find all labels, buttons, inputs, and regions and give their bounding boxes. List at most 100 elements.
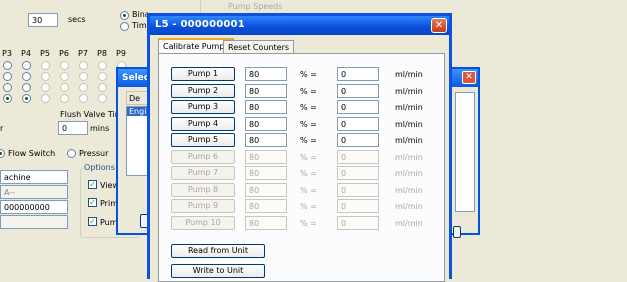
pump-radio [60, 83, 69, 92]
pump-5-percent-label: % = [300, 136, 317, 145]
pump-7-percent-field: 80 [245, 166, 287, 180]
pump-3-unit-label: ml/min [395, 103, 423, 112]
pump-radio [41, 72, 50, 81]
radio-binary[interactable] [120, 11, 129, 20]
pump-3-percent-field[interactable]: 80 [245, 100, 287, 114]
time-value-field[interactable]: 30 [28, 13, 58, 27]
dialog-title: L5 - 000000001 [150, 16, 449, 35]
pump-radio[interactable] [3, 94, 12, 103]
radio-flow-switch[interactable] [0, 149, 5, 158]
pump-6-percent-field: 80 [245, 149, 287, 164]
pump-1-unit-label: ml/min [395, 70, 423, 79]
pump-10-unit-label: ml/min [395, 218, 423, 228]
tab-reset-counters[interactable]: Reset Counters [223, 40, 295, 54]
pump-radio [41, 94, 50, 103]
machine-serial-field[interactable]: 000000000 [0, 200, 68, 214]
pump-5-unit-label: ml/min [395, 136, 423, 145]
pump-6-button: Pump 6 [171, 149, 235, 164]
select-button-right[interactable] [453, 226, 461, 238]
checkbox-view[interactable]: ✓ [88, 180, 97, 189]
pump-9-percent-label: % = [300, 202, 317, 211]
pump-radio [98, 61, 107, 70]
pump-radio [98, 94, 107, 103]
pump-2-percent-label: % = [300, 86, 317, 96]
pump-1-percent-label: % = [300, 70, 317, 79]
pump-radio[interactable] [3, 61, 12, 70]
pump-4-percent-label: % = [300, 119, 317, 129]
pump-header-label: P6 [59, 49, 69, 58]
pump-9-percent-field: 80 [245, 199, 287, 213]
pump-1-button[interactable]: Pump 1 [171, 67, 235, 81]
read-from-unit-button[interactable]: Read from Unit [171, 244, 265, 258]
pump-7-rate-field: 0 [337, 166, 379, 180]
pump-radio [41, 83, 50, 92]
pump-9-button: Pump 9 [171, 199, 235, 213]
flow-switch-label: Flow Switch [8, 149, 56, 158]
pump-1-percent-field[interactable]: 80 [245, 67, 287, 81]
pump-2-percent-field[interactable]: 80 [245, 83, 287, 98]
pump-header-label: P9 [116, 49, 126, 58]
pump-10-rate-field: 0 [337, 215, 379, 230]
pump-radio[interactable] [3, 83, 12, 92]
pump-radio [41, 61, 50, 70]
radio-time[interactable] [120, 22, 129, 31]
pump-8-button: Pump 8 [171, 182, 235, 197]
pump-6-percent-label: % = [300, 152, 317, 162]
machine-field[interactable]: achine [0, 170, 68, 184]
pump-5-rate-field[interactable]: 0 [337, 133, 379, 147]
pump-3-rate-field[interactable]: 0 [337, 100, 379, 114]
pump-2-button[interactable]: Pump 2 [171, 83, 235, 98]
pump-radio[interactable] [22, 94, 31, 103]
pump-radio [79, 61, 88, 70]
pump-2-unit-label: ml/min [395, 86, 423, 96]
pressure-label: Pressur [79, 149, 109, 158]
pump-9-unit-label: ml/min [395, 202, 423, 211]
pump-5-percent-field[interactable]: 80 [245, 133, 287, 147]
pump-radio [60, 72, 69, 81]
pump-6-rate-field: 0 [337, 149, 379, 164]
pump-1-rate-field[interactable]: 0 [337, 67, 379, 81]
pump-radio [60, 94, 69, 103]
pump-radio [79, 83, 88, 92]
pump-header-label: P3 [2, 49, 12, 58]
pump-radio [79, 94, 88, 103]
pump-radio[interactable] [3, 72, 12, 81]
pump-10-percent-label: % = [300, 218, 317, 228]
pump-4-rate-field[interactable]: 0 [337, 116, 379, 131]
pump-5-button[interactable]: Pump 5 [171, 133, 235, 147]
radio-pressure[interactable] [67, 149, 76, 158]
radio-time-label: Tim [132, 21, 147, 30]
write-to-unit-button[interactable]: Write to Unit [171, 264, 265, 278]
pump-header-label: P7 [78, 49, 88, 58]
pump-4-button[interactable]: Pump 4 [171, 116, 235, 131]
pump-radio [60, 61, 69, 70]
machine-extra-field [0, 215, 68, 229]
pump-radio[interactable] [22, 83, 31, 92]
pump-7-unit-label: ml/min [395, 169, 423, 178]
flush-value-field[interactable]: 0 [58, 121, 88, 135]
pump-radio [98, 83, 107, 92]
flush-unit-label: mins [90, 124, 110, 133]
pump-3-percent-label: % = [300, 103, 317, 112]
pump-6-unit-label: ml/min [395, 152, 423, 162]
pump-header-label: P8 [97, 49, 107, 58]
pump-4-percent-field[interactable]: 80 [245, 116, 287, 131]
checkbox-prime[interactable]: ✓ [88, 198, 97, 207]
pump-7-button: Pump 7 [171, 166, 235, 180]
pump-10-button: Pump 10 [171, 215, 235, 230]
flush-left-label: r [0, 124, 4, 133]
dialog-close-icon[interactable]: ✕ [431, 18, 447, 33]
checkbox-pump[interactable]: ✓ [88, 217, 97, 226]
pump-header-label: P5 [40, 49, 50, 58]
select-dialog-close-icon[interactable]: ✕ [462, 71, 476, 84]
pump-2-rate-field[interactable]: 0 [337, 83, 379, 98]
pump-radio [98, 72, 107, 81]
pump-8-unit-label: ml/min [395, 185, 423, 195]
pump-radio [79, 72, 88, 81]
pump-radio[interactable] [22, 61, 31, 70]
calibrate-panel: Pump 1 80 % = 0 ml/min Pump 2 80 % = 0 ml/min Pump… [158, 53, 445, 282]
pump-8-percent-field: 80 [245, 182, 287, 197]
pump-radio[interactable] [22, 72, 31, 81]
pump-3-button[interactable]: Pump 3 [171, 100, 235, 114]
machine-sub-field: A-- [0, 185, 68, 199]
